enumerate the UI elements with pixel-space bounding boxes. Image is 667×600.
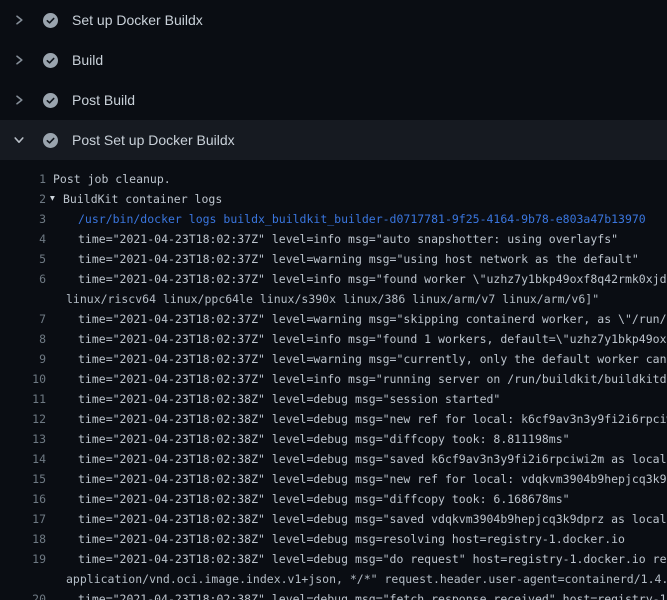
line-number[interactable]: 10: [0, 369, 46, 389]
check-circle-icon: [43, 13, 58, 28]
log-line-14: 14 time="2021-04-23T18:02:38Z" level=deb…: [0, 449, 667, 469]
step-header-post-build[interactable]: Post Build: [0, 80, 667, 120]
log-line-15: 15 time="2021-04-23T18:02:38Z" level=deb…: [0, 469, 667, 489]
log-text: time="2021-04-23T18:02:38Z" level=debug …: [46, 509, 667, 529]
log-text: time="2021-04-23T18:02:38Z" level=debug …: [46, 449, 667, 469]
check-circle-icon: [43, 93, 58, 108]
log-line-12: 12 time="2021-04-23T18:02:38Z" level=deb…: [0, 409, 667, 429]
step-title: Post Build: [72, 92, 135, 108]
log-line-6: 6 time="2021-04-23T18:02:37Z" level=info…: [0, 269, 667, 289]
log-line-16: 16 time="2021-04-23T18:02:38Z" level=deb…: [0, 489, 667, 509]
log-text: time="2021-04-23T18:02:37Z" level=warnin…: [46, 249, 639, 269]
log-line-9: 9 time="2021-04-23T18:02:37Z" level=warn…: [0, 349, 667, 369]
log-line-2-group-header: 2 ▼ BuildKit container logs: [0, 189, 667, 209]
log-line-1: 1 Post job cleanup.: [0, 169, 667, 189]
log-text: time="2021-04-23T18:02:38Z" level=debug …: [46, 489, 570, 509]
log-text: application/vnd.oci.image.index.v1+json,…: [46, 569, 667, 589]
chevron-down-icon: [12, 133, 26, 147]
log-text: time="2021-04-23T18:02:37Z" level=info m…: [46, 269, 667, 289]
check-circle-icon: [43, 53, 58, 68]
log-text: time="2021-04-23T18:02:38Z" level=debug …: [46, 469, 667, 489]
line-number[interactable]: 2: [0, 189, 46, 209]
log-line-20: 20 time="2021-04-23T18:02:38Z" level=deb…: [0, 589, 667, 600]
step-header-setup-docker-buildx[interactable]: Set up Docker Buildx: [0, 0, 667, 40]
line-number[interactable]: 8: [0, 329, 46, 349]
check-circle-icon: [43, 133, 58, 148]
line-number[interactable]: 14: [0, 449, 46, 469]
log-text: time="2021-04-23T18:02:38Z" level=debug …: [46, 589, 667, 600]
log-line-5: 5 time="2021-04-23T18:02:37Z" level=warn…: [0, 249, 667, 269]
line-number[interactable]: 4: [0, 229, 46, 249]
line-number[interactable]: 19: [0, 549, 46, 569]
line-number[interactable]: 11: [0, 389, 46, 409]
log-text: time="2021-04-23T18:02:37Z" level=warnin…: [46, 309, 667, 329]
log-line-7: 7 time="2021-04-23T18:02:37Z" level=warn…: [0, 309, 667, 329]
chevron-right-icon: [12, 13, 26, 27]
log-text: time="2021-04-23T18:02:37Z" level=warnin…: [46, 349, 667, 369]
log-text: time="2021-04-23T18:02:38Z" level=debug …: [46, 389, 500, 409]
log-text: time="2021-04-23T18:02:38Z" level=debug …: [46, 549, 667, 569]
actions-log-viewer: Set up Docker Buildx Build Post Build Po…: [0, 0, 667, 600]
line-number[interactable]: 7: [0, 309, 46, 329]
chevron-right-icon: [12, 53, 26, 67]
step-header-post-setup-docker-buildx[interactable]: Post Set up Docker Buildx: [0, 120, 667, 160]
line-number[interactable]: 20: [0, 589, 46, 600]
log-line-13: 13 time="2021-04-23T18:02:38Z" level=deb…: [0, 429, 667, 449]
line-number[interactable]: 9: [0, 349, 46, 369]
log-line-19: 19 time="2021-04-23T18:02:38Z" level=deb…: [0, 549, 667, 569]
log-text: time="2021-04-23T18:02:38Z" level=debug …: [46, 529, 625, 549]
step-title: Set up Docker Buildx: [72, 12, 203, 28]
group-expand-arrow-icon: ▼: [50, 189, 59, 209]
log-group-label: BuildKit container logs: [63, 189, 222, 209]
log-output: 1 Post job cleanup. 2 ▼ BuildKit contain…: [0, 160, 667, 600]
log-line-4: 4 time="2021-04-23T18:02:37Z" level=info…: [0, 229, 667, 249]
log-text: time="2021-04-23T18:02:38Z" level=debug …: [46, 429, 570, 449]
chevron-right-icon: [12, 93, 26, 107]
log-line-19-wrap: application/vnd.oci.image.index.v1+json,…: [0, 569, 667, 589]
log-line-11: 11 time="2021-04-23T18:02:38Z" level=deb…: [0, 389, 667, 409]
line-number[interactable]: 16: [0, 489, 46, 509]
log-line-3: 3 /usr/bin/docker logs buildx_buildkit_b…: [0, 209, 667, 229]
log-line-18: 18 time="2021-04-23T18:02:38Z" level=deb…: [0, 529, 667, 549]
line-number[interactable]: 17: [0, 509, 46, 529]
log-line-8: 8 time="2021-04-23T18:02:37Z" level=info…: [0, 329, 667, 349]
step-title: Build: [72, 52, 103, 68]
line-number[interactable]: 5: [0, 249, 46, 269]
log-text: time="2021-04-23T18:02:37Z" level=info m…: [46, 369, 667, 389]
log-command-text: /usr/bin/docker logs buildx_buildkit_bui…: [46, 209, 646, 229]
step-header-build[interactable]: Build: [0, 40, 667, 80]
line-number[interactable]: 3: [0, 209, 46, 229]
log-text: linux/riscv64 linux/ppc64le linux/s390x …: [46, 289, 599, 309]
log-text: time="2021-04-23T18:02:38Z" level=debug …: [46, 409, 667, 429]
line-number: [0, 289, 46, 309]
log-line-6-wrap: linux/riscv64 linux/ppc64le linux/s390x …: [0, 289, 667, 309]
log-text: time="2021-04-23T18:02:37Z" level=info m…: [46, 229, 618, 249]
line-number[interactable]: 15: [0, 469, 46, 489]
log-group-toggle[interactable]: ▼ BuildKit container logs: [46, 189, 222, 209]
line-number: [0, 569, 46, 589]
log-text: time="2021-04-23T18:02:37Z" level=info m…: [46, 329, 667, 349]
log-text: Post job cleanup.: [46, 169, 171, 189]
line-number[interactable]: 13: [0, 429, 46, 449]
step-title: Post Set up Docker Buildx: [72, 132, 235, 148]
line-number[interactable]: 18: [0, 529, 46, 549]
line-number[interactable]: 12: [0, 409, 46, 429]
line-number[interactable]: 6: [0, 269, 46, 289]
log-line-17: 17 time="2021-04-23T18:02:38Z" level=deb…: [0, 509, 667, 529]
line-number[interactable]: 1: [0, 169, 46, 189]
log-line-10: 10 time="2021-04-23T18:02:37Z" level=inf…: [0, 369, 667, 389]
